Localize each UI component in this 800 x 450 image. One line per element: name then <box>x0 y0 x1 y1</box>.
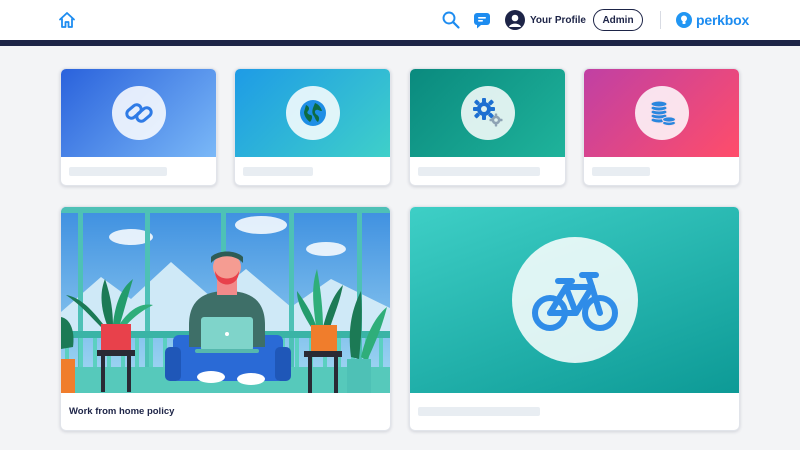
link-icon <box>112 86 166 140</box>
bicycle-icon <box>512 237 638 363</box>
card-title-placeholder <box>418 167 540 176</box>
search-icon[interactable] <box>441 10 461 30</box>
card-title: Work from home policy <box>69 406 175 417</box>
category-card[interactable] <box>234 68 391 186</box>
chat-icon[interactable] <box>472 10 492 30</box>
top-navigation-bar: Your Profile Admin perkbox <box>0 0 800 40</box>
man-working-on-laptop-illustration <box>61 207 390 393</box>
category-card[interactable] <box>583 68 740 186</box>
admin-button[interactable]: Admin <box>593 9 643 31</box>
profile-label: Your Profile <box>530 14 586 26</box>
category-card[interactable] <box>60 68 217 186</box>
card-title-placeholder <box>592 167 650 176</box>
coins-icon <box>635 86 689 140</box>
card-title-placeholder <box>243 167 313 176</box>
perkbox-logo[interactable]: perkbox <box>676 9 749 31</box>
header-accent-line <box>0 40 800 46</box>
logo-text: perkbox <box>696 12 750 28</box>
cycle-scheme-card[interactable] <box>409 206 740 431</box>
user-icon <box>509 14 521 27</box>
home-icon[interactable] <box>57 10 77 30</box>
avatar <box>505 10 525 30</box>
profile-menu[interactable]: Your Profile <box>505 9 586 31</box>
card-title-placeholder <box>69 167 167 176</box>
header-divider <box>660 11 661 29</box>
gears-icon <box>461 86 515 140</box>
category-card[interactable] <box>409 68 566 186</box>
work-from-home-card[interactable]: Work from home policy <box>60 206 391 431</box>
card-title-placeholder <box>418 407 540 416</box>
lightbulb-icon <box>676 12 692 28</box>
globe-icon <box>286 86 340 140</box>
